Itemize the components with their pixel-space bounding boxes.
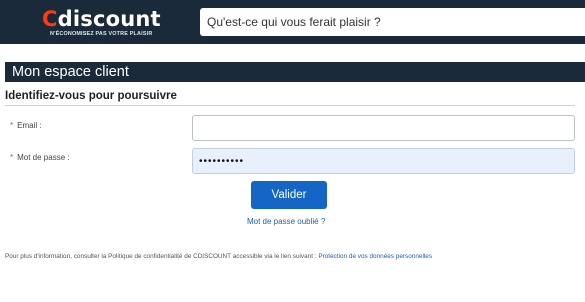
- privacy-link[interactable]: Protection de vos données personnelles: [318, 253, 432, 260]
- password-label: * Mot de passe :: [10, 153, 70, 162]
- login-subtitle: Identifiez-vous pour poursuivre: [5, 90, 177, 102]
- section-header: Mon espace client: [5, 62, 585, 82]
- cdiscount-logo[interactable]: Cdiscount N'ÉCONOMISEZ PAS VOTRE PLAISIR: [42, 7, 167, 41]
- section-title: Mon espace client: [12, 64, 129, 80]
- top-header: Cdiscount N'ÉCONOMISEZ PAS VOTRE PLAISIR: [0, 0, 585, 44]
- logo-rest-letters: discount: [57, 7, 161, 31]
- divider: [5, 105, 575, 106]
- email-label: * Email :: [10, 121, 42, 130]
- email-field[interactable]: [193, 116, 574, 140]
- logo-tagline: N'ÉCONOMISEZ PAS VOTRE PLAISIR: [50, 31, 153, 37]
- search-box[interactable]: [200, 8, 585, 36]
- logo-wordmark: Cdiscount: [42, 7, 161, 31]
- required-marker: *: [10, 121, 14, 130]
- privacy-info: Pour plus d'information, consulter la Po…: [5, 253, 432, 260]
- logo-c-letter: C: [42, 7, 58, 31]
- email-field-wrapper[interactable]: [192, 115, 575, 141]
- privacy-info-text: Pour plus d'information, consulter la Po…: [5, 253, 319, 260]
- email-label-text: Email :: [17, 121, 42, 130]
- forgot-password-link[interactable]: Mot de passe oublié ?: [247, 217, 325, 226]
- password-field[interactable]: [193, 149, 574, 173]
- search-input[interactable]: [200, 8, 585, 36]
- password-field-wrapper[interactable]: [192, 148, 575, 174]
- required-marker: *: [10, 153, 14, 162]
- submit-button[interactable]: Valider: [251, 181, 327, 209]
- password-label-text: Mot de passe :: [17, 153, 70, 162]
